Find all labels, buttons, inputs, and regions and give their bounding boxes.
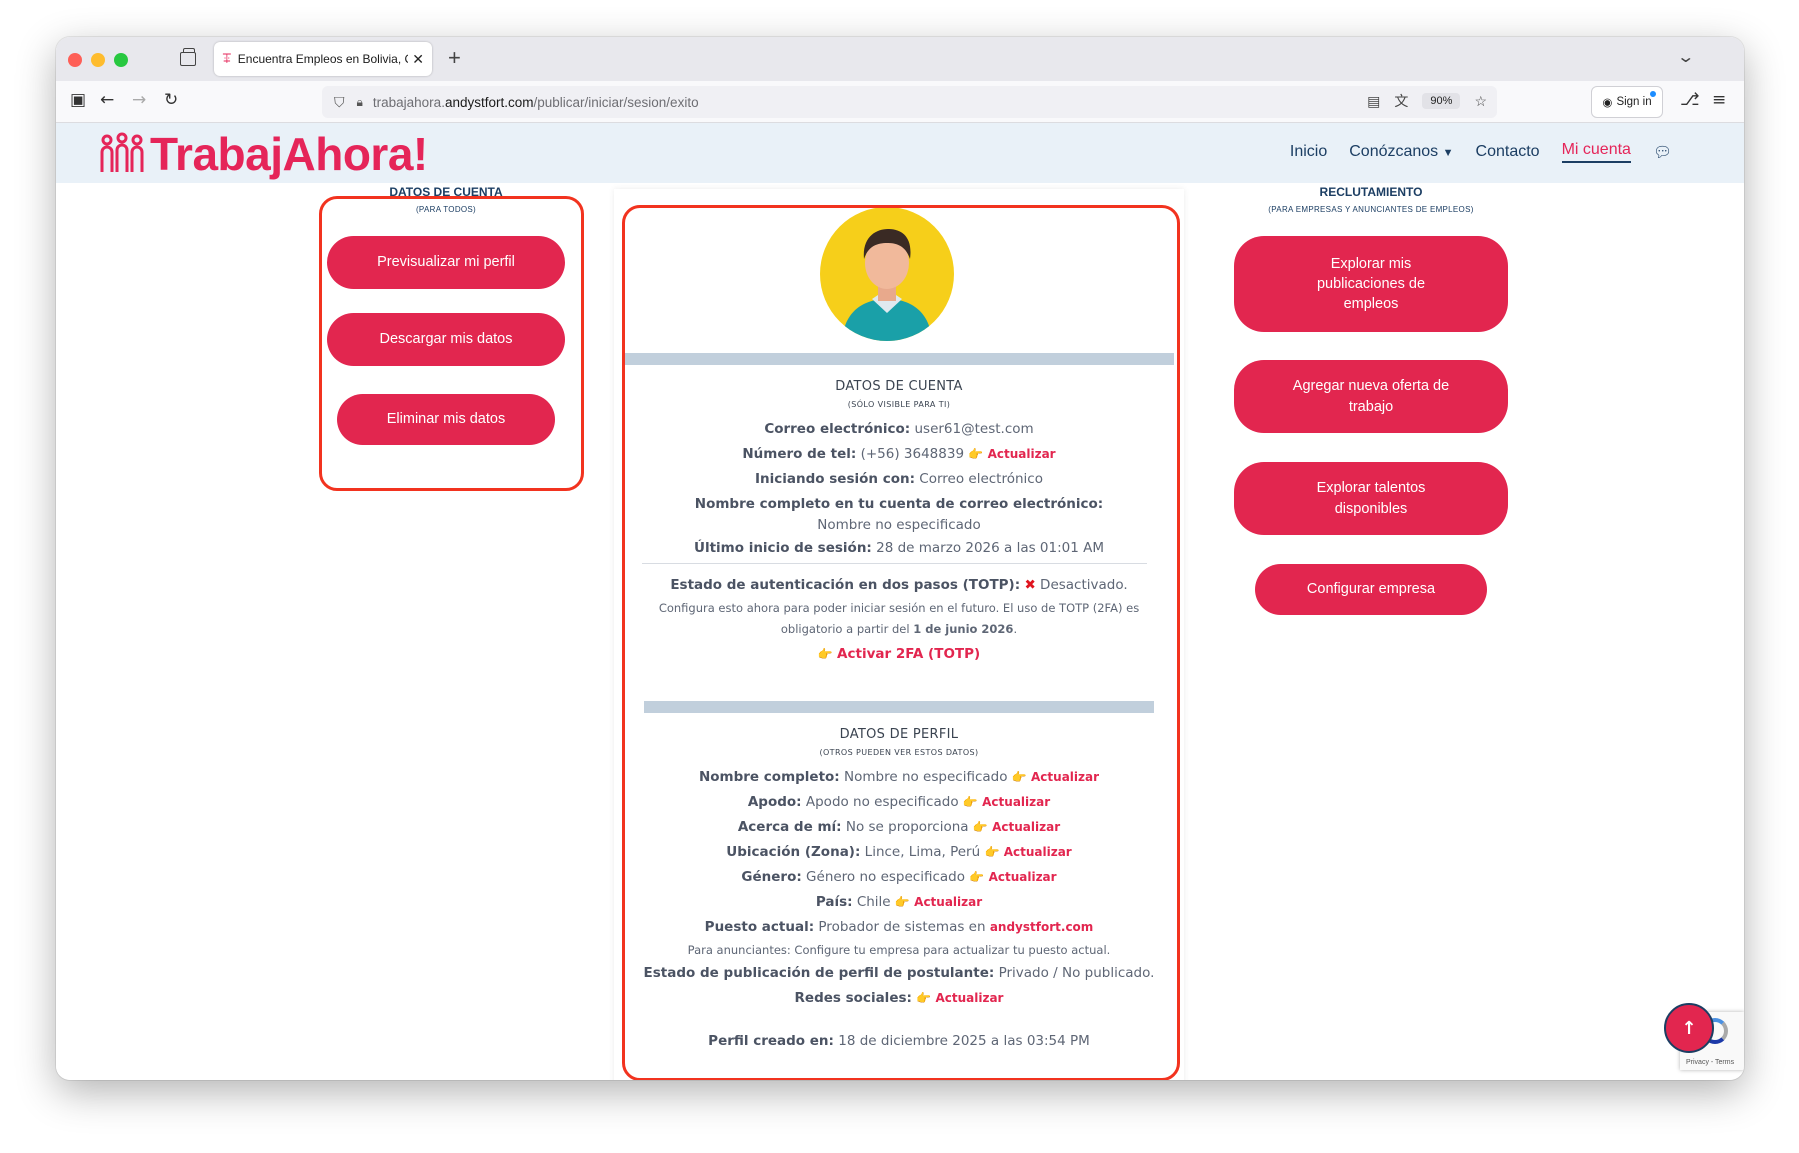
url-text[interactable]: trabajahora.andystfort.com/publicar/inic… [373,95,699,110]
nav-contacto[interactable]: Contacto [1476,143,1540,161]
shield-icon[interactable]: ⛉ [334,94,345,111]
star-icon[interactable]: ☆ [1474,93,1487,110]
recruitment-subtitle: (PARA EMPRESAS Y ANUNCIANTES DE EMPLEOS) [1268,205,1474,214]
configure-company-button[interactable]: Configurar empresa [1255,564,1487,615]
site-header: TrabajAhora! Inicio Conózcanos ▼ Contact… [56,123,1744,183]
nav-conozcanos[interactable]: Conózcanos ▼ [1349,143,1453,161]
highlight-annotation-center [622,205,1180,1080]
new-tab-button[interactable]: + [448,45,461,71]
navigation-bar: ▣ ← → ↻ ⛉ 🔒︎ trabajahora.andystfort.com/… [56,81,1744,123]
reader-icon[interactable]: ▤ [1367,93,1380,110]
chevron-down-icon[interactable]: ⌄ [1676,47,1695,67]
explore-my-job-posts-button[interactable]: Explorar mis publicaciones de empleos [1234,236,1508,332]
highlight-annotation-left [319,196,584,491]
tab-title: Encuentra Empleos en Bolivia, C [237,52,409,66]
site-logo[interactable]: TrabajAhora! [98,127,428,181]
site-nav: Inicio Conózcanos ▼ Contacto Mi cuenta 💬… [1290,141,1672,163]
tab-bar: ꔊ Encuentra Empleos en Bolivia, C ✕ + ⌄ [56,37,1744,81]
nav-inicio[interactable]: Inicio [1290,143,1327,161]
lock-icon[interactable]: 🔒︎ [357,95,363,110]
zoom-window-button[interactable] [114,53,128,67]
arrow-up-icon: ↑ [1681,1017,1697,1039]
chevron-down-icon: ▼ [1442,147,1454,159]
account-icon: ◉ [1602,97,1613,109]
url-bar[interactable]: ⛉ 🔒︎ trabajahora.andystfort.com/publicar… [322,86,1497,118]
scroll-to-top-button[interactable]: ↑ [1664,1003,1714,1053]
people-logo-icon [100,132,144,172]
page-content: DATOS DE CUENTA (PARA TODOS) Previsualiz… [56,183,1744,1080]
nav-conozcanos-label: Conózcanos [1349,143,1439,160]
add-job-offer-button[interactable]: Agregar nueva oferta de trabajo [1234,360,1508,433]
explore-talent-button[interactable]: Explorar talentos disponibles [1234,462,1508,535]
zoom-level-badge[interactable]: 90% [1422,93,1461,109]
close-window-button[interactable] [68,53,82,67]
sign-in-button[interactable]: ◉ Sign in [1591,86,1663,118]
recruitment-column: RECLUTAMIENTO (PARA EMPRESAS Y ANUNCIANT… [1206,183,1536,615]
sidebar-icon[interactable]: ▣ [70,90,86,110]
recaptcha-links[interactable]: Privacy - Terms [1686,1059,1734,1066]
close-tab-icon[interactable]: ✕ [412,51,424,68]
tabs-icon[interactable] [180,48,196,66]
tab-active[interactable]: ꔊ Encuentra Empleos en Bolivia, C ✕ [214,42,432,76]
translate-icon[interactable]: 文 [1394,91,1408,111]
notification-dot [1650,91,1656,97]
menu-icon[interactable]: ≡ [1712,90,1726,110]
chat-icon[interactable]: 💬︎ [1653,143,1672,161]
sign-in-label: Sign in [1616,96,1652,108]
back-arrow-icon[interactable]: ← [100,90,114,110]
nav-mi-cuenta[interactable]: Mi cuenta [1561,141,1631,163]
forward-arrow-icon[interactable]: → [132,90,146,110]
reload-icon[interactable]: ↻ [164,90,178,110]
browser-window: ꔊ Encuentra Empleos en Bolivia, C ✕ + ⌄ … [56,37,1744,1080]
extensions-icon[interactable]: ⎇ [1680,90,1700,110]
site-favicon-icon: ꔊ [222,51,232,66]
recruitment-title: RECLUTAMIENTO [1319,185,1423,199]
logo-text: TrabajAhora! [150,128,428,180]
minimize-window-button[interactable] [91,53,105,67]
